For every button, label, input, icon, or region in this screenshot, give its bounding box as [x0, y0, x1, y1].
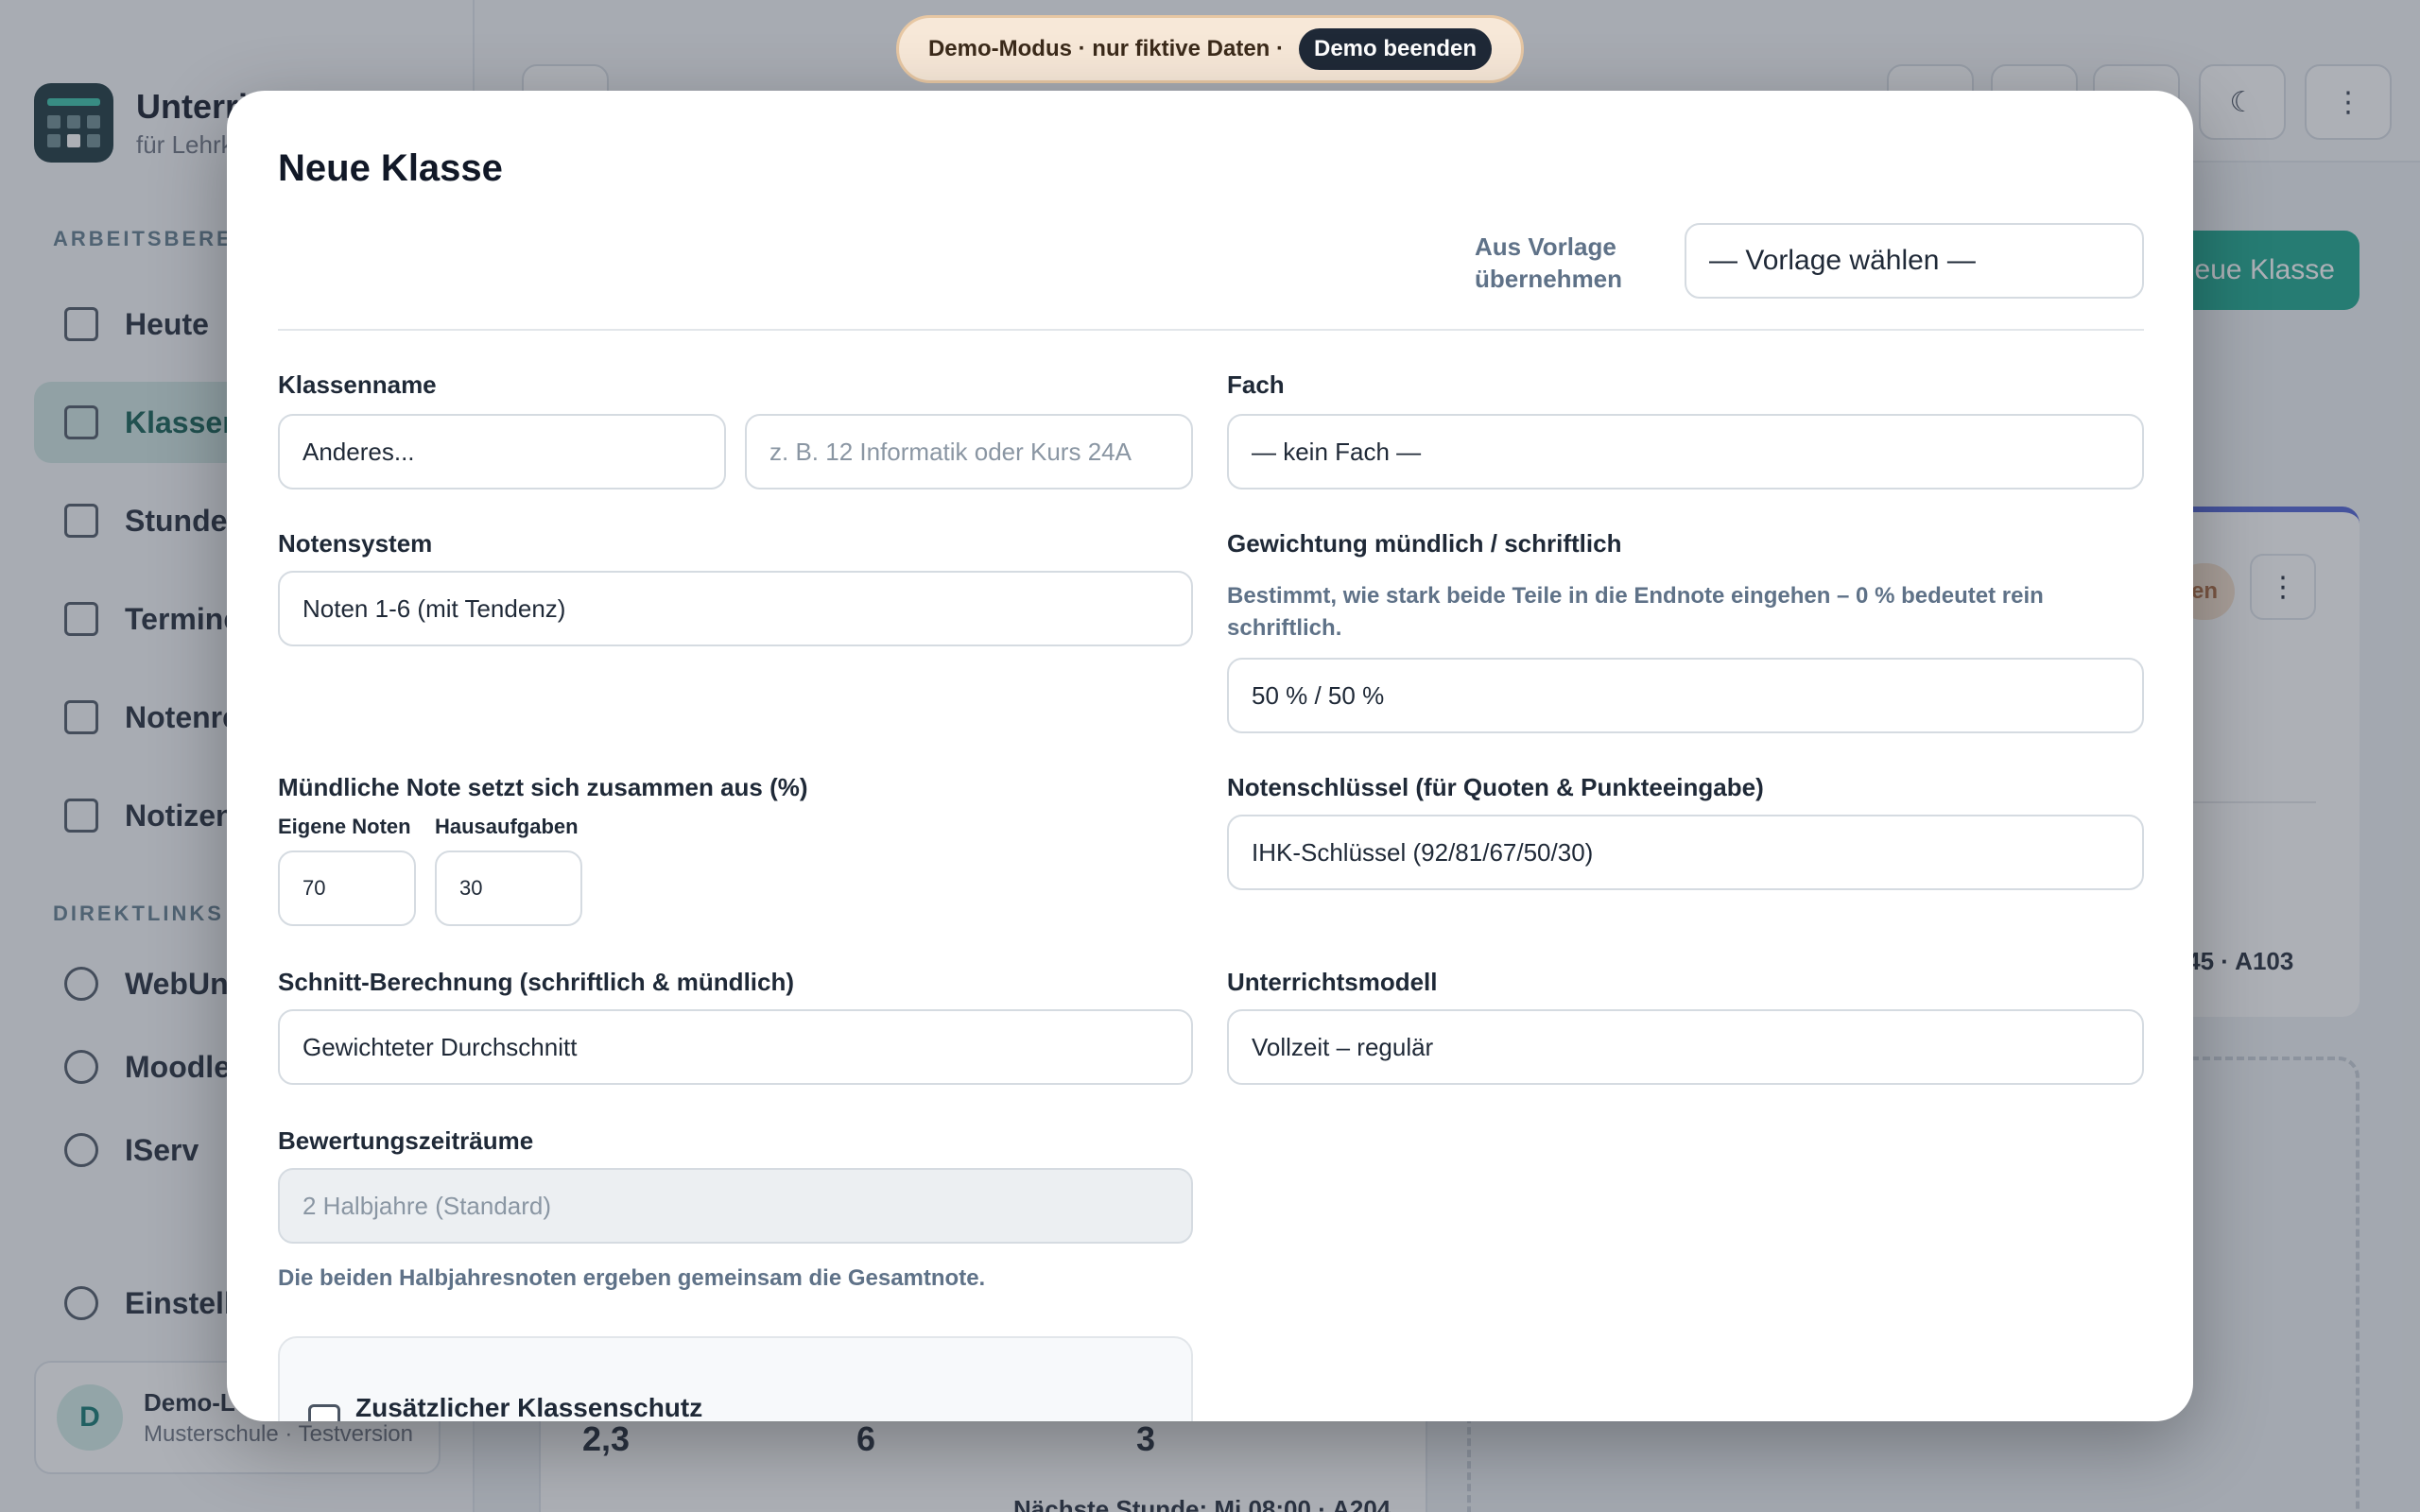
grading-system-label: Notensystem — [278, 529, 433, 558]
periods-label: Bewertungszeiträume — [278, 1126, 534, 1155]
template-select[interactable]: — Vorlage wählen — — [1685, 223, 2144, 299]
teaching-model-select[interactable]: Vollzeit – regulär — [1227, 1009, 2144, 1085]
class-name-input[interactable]: z. B. 12 Informatik oder Kurs 24A — [745, 414, 1193, 490]
periods-select: 2 Halbjahre (Standard) — [278, 1168, 1193, 1244]
new-class-dialog: Neue Klasse Aus Vorlage übernehmen — Vor… — [227, 91, 2193, 1421]
weighting-select[interactable]: 50 % / 50 % — [1227, 658, 2144, 733]
grading-system-select[interactable]: Noten 1-6 (mit Tendenz) — [278, 571, 1193, 646]
template-label: Aus Vorlage übernehmen — [1475, 232, 1623, 293]
periods-help: Die beiden Halbjahresnoten ergeben gemei… — [278, 1265, 986, 1291]
grade-key-select[interactable]: IHK-Schlüssel (92/81/67/50/30) — [1227, 815, 2144, 890]
average-select[interactable]: Gewichteter Durchschnitt — [278, 1009, 1193, 1085]
class-name-select[interactable]: Anderes... — [278, 414, 726, 490]
oral-composition-label: Mündliche Note setzt sich zusammen aus (… — [278, 773, 808, 801]
end-demo-button[interactable]: Demo beenden — [1299, 28, 1493, 70]
average-label: Schnitt-Berechnung (schriftlich & mündli… — [278, 968, 795, 996]
own-grades-input[interactable]: 70 — [278, 850, 416, 926]
protection-checkbox[interactable] — [308, 1404, 340, 1421]
own-grades-label: Eigene Noten — [278, 815, 411, 838]
weighting-label: Gewichtung mündlich / schriftlich — [1227, 529, 1622, 558]
dialog-title: Neue Klasse — [278, 147, 503, 189]
teaching-model-label: Unterrichtsmodell — [1227, 968, 1438, 996]
homework-input[interactable]: 30 — [435, 850, 582, 926]
demo-banner-text: Demo-Modus · nur fiktive Daten · — [927, 36, 1284, 61]
protection-label: Zusätzlicher Klassenschutz — [355, 1393, 703, 1421]
subject-label: Fach — [1227, 370, 1285, 399]
subject-select[interactable]: — kein Fach — — [1227, 414, 2144, 490]
demo-banner: Demo-Modus · nur fiktive Daten · Demo be… — [896, 15, 1524, 83]
divider — [278, 329, 2144, 331]
homework-label: Hausaufgaben — [435, 815, 579, 838]
class-protection-section: Zusätzlicher Klassenschutz — [278, 1336, 1193, 1421]
class-name-label: Klassenname — [278, 370, 437, 399]
grade-key-label: Notenschlüssel (für Quoten & Punkteeinga… — [1227, 773, 1764, 801]
weighting-help: Bestimmt, wie stark beide Teile in die E… — [1227, 583, 2044, 641]
